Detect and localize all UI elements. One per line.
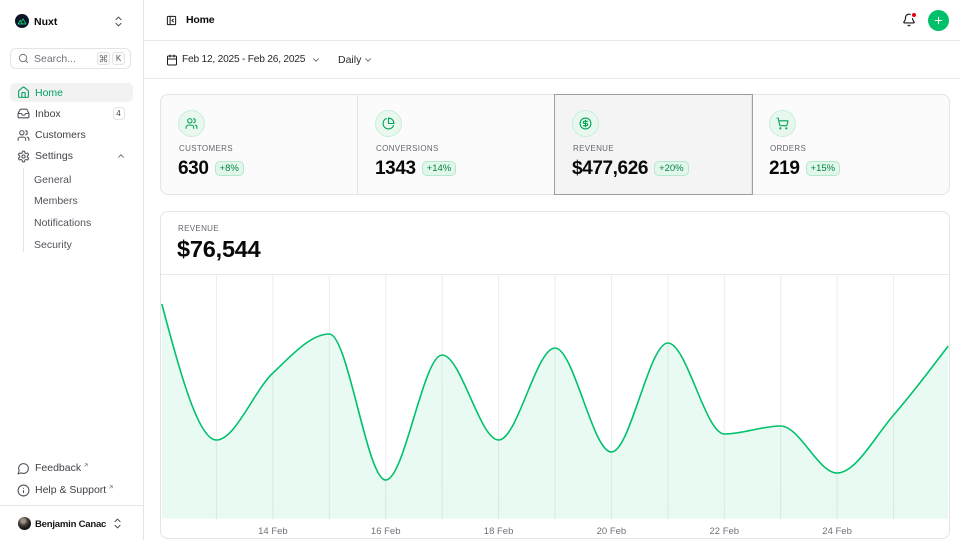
svg-text:24 Feb: 24 Feb — [822, 526, 852, 537]
svg-text:22 Feb: 22 Feb — [710, 526, 740, 537]
svg-text:18 Feb: 18 Feb — [484, 526, 514, 537]
svg-text:14 Feb: 14 Feb — [258, 526, 288, 537]
svg-text:20 Feb: 20 Feb — [597, 526, 627, 537]
svg-text:16 Feb: 16 Feb — [371, 526, 401, 537]
